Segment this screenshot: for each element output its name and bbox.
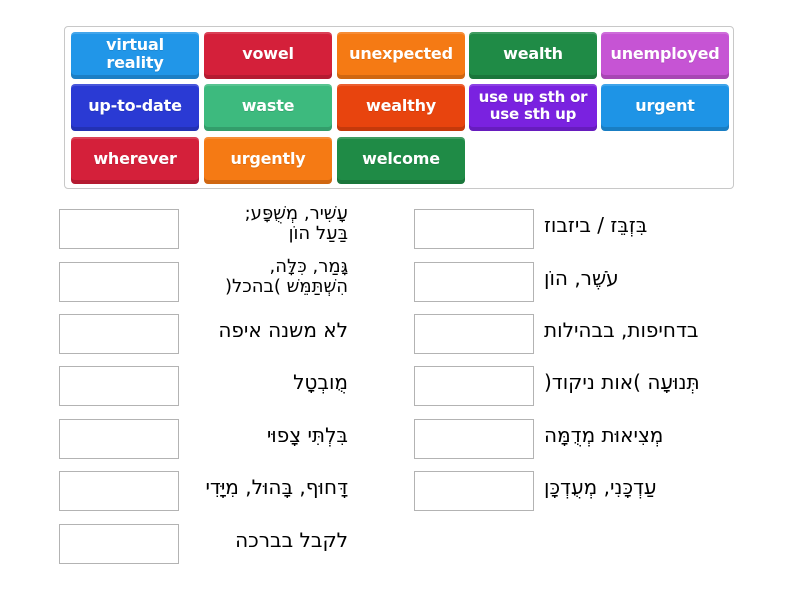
answer-slot-right-6[interactable] bbox=[414, 471, 534, 511]
tile-urgent[interactable]: urgent bbox=[601, 84, 729, 131]
answer-slot-left-1[interactable] bbox=[59, 209, 179, 249]
clue-line: עָשִׁיר, מְשֻׁפָּע; bbox=[244, 203, 348, 224]
answer-slot-left-3[interactable] bbox=[59, 314, 179, 354]
tile-urgently[interactable]: urgently bbox=[204, 137, 332, 184]
tile-waste[interactable]: waste bbox=[204, 84, 332, 131]
tile-use-up-sth[interactable]: use up sth or use sth up bbox=[469, 84, 597, 131]
clue-left-2: גָּמַר, כִּלָּה, הִשְׁתַּמֵּשׁ )בהכל( bbox=[225, 257, 348, 297]
answer-slot-right-1[interactable] bbox=[414, 209, 534, 249]
clue-line: גָּמַר, כִּלָּה, bbox=[269, 256, 348, 277]
clue-left-3: לא משנה איפה bbox=[218, 318, 348, 342]
answer-slot-left-7[interactable] bbox=[59, 524, 179, 564]
clue-line: בַּעַל הוֹן bbox=[288, 223, 348, 244]
tile-unexpected[interactable]: unexpected bbox=[337, 32, 465, 79]
tile-vowel[interactable]: vowel bbox=[204, 32, 332, 79]
tile-welcome[interactable]: welcome bbox=[337, 137, 465, 184]
tile-virtual-reality[interactable]: virtual reality bbox=[71, 32, 199, 79]
clue-left-5: בִּלְתִּי צָפוּי bbox=[266, 423, 348, 447]
answer-slot-right-2[interactable] bbox=[414, 262, 534, 302]
tile-wealthy[interactable]: wealthy bbox=[337, 84, 465, 131]
answer-slot-right-3[interactable] bbox=[414, 314, 534, 354]
clue-right-5: מְצִיאוּת מְדֻמָּה bbox=[544, 423, 664, 447]
answer-slot-right-4[interactable] bbox=[414, 366, 534, 406]
clue-right-4: תְּנוּעָה )אות ניקוד( bbox=[544, 370, 700, 394]
tile-unemployed[interactable]: unemployed bbox=[601, 32, 729, 79]
answer-slot-left-5[interactable] bbox=[59, 419, 179, 459]
clue-right-1: בִּזְבֵּז / ביזבוז bbox=[544, 213, 648, 237]
answer-slot-left-6[interactable] bbox=[59, 471, 179, 511]
tile-up-to-date[interactable]: up-to-date bbox=[71, 84, 199, 131]
tile-label-line2: use sth up bbox=[489, 105, 577, 123]
clue-left-7: לקבל בברכה bbox=[235, 528, 348, 552]
answer-slot-right-5[interactable] bbox=[414, 419, 534, 459]
clue-left-1: עָשִׁיר, מְשֻׁפָּע; בַּעַל הוֹן bbox=[245, 204, 348, 244]
clue-line: הִשְׁתַּמֵּשׁ )בהכל( bbox=[224, 276, 348, 297]
clue-left-4: מֻובְטָל bbox=[293, 370, 348, 394]
answer-slot-left-4[interactable] bbox=[59, 366, 179, 406]
answer-slot-left-2[interactable] bbox=[59, 262, 179, 302]
tile-label-line1: use up sth or bbox=[478, 88, 588, 106]
clue-right-6: עַדְכָּנִי, מְעֻדְכָּן bbox=[544, 475, 657, 499]
tile-wherever[interactable]: wherever bbox=[71, 137, 199, 184]
clue-left-6: דָּחוּף, בָּהוּל, מִיָּדִי bbox=[205, 475, 348, 499]
clue-right-3: בדחיפות, בבהילות bbox=[544, 318, 699, 342]
tile-wealth[interactable]: wealth bbox=[469, 32, 597, 79]
clue-right-2: עֹשֶׁר, הוֹן bbox=[544, 266, 619, 290]
